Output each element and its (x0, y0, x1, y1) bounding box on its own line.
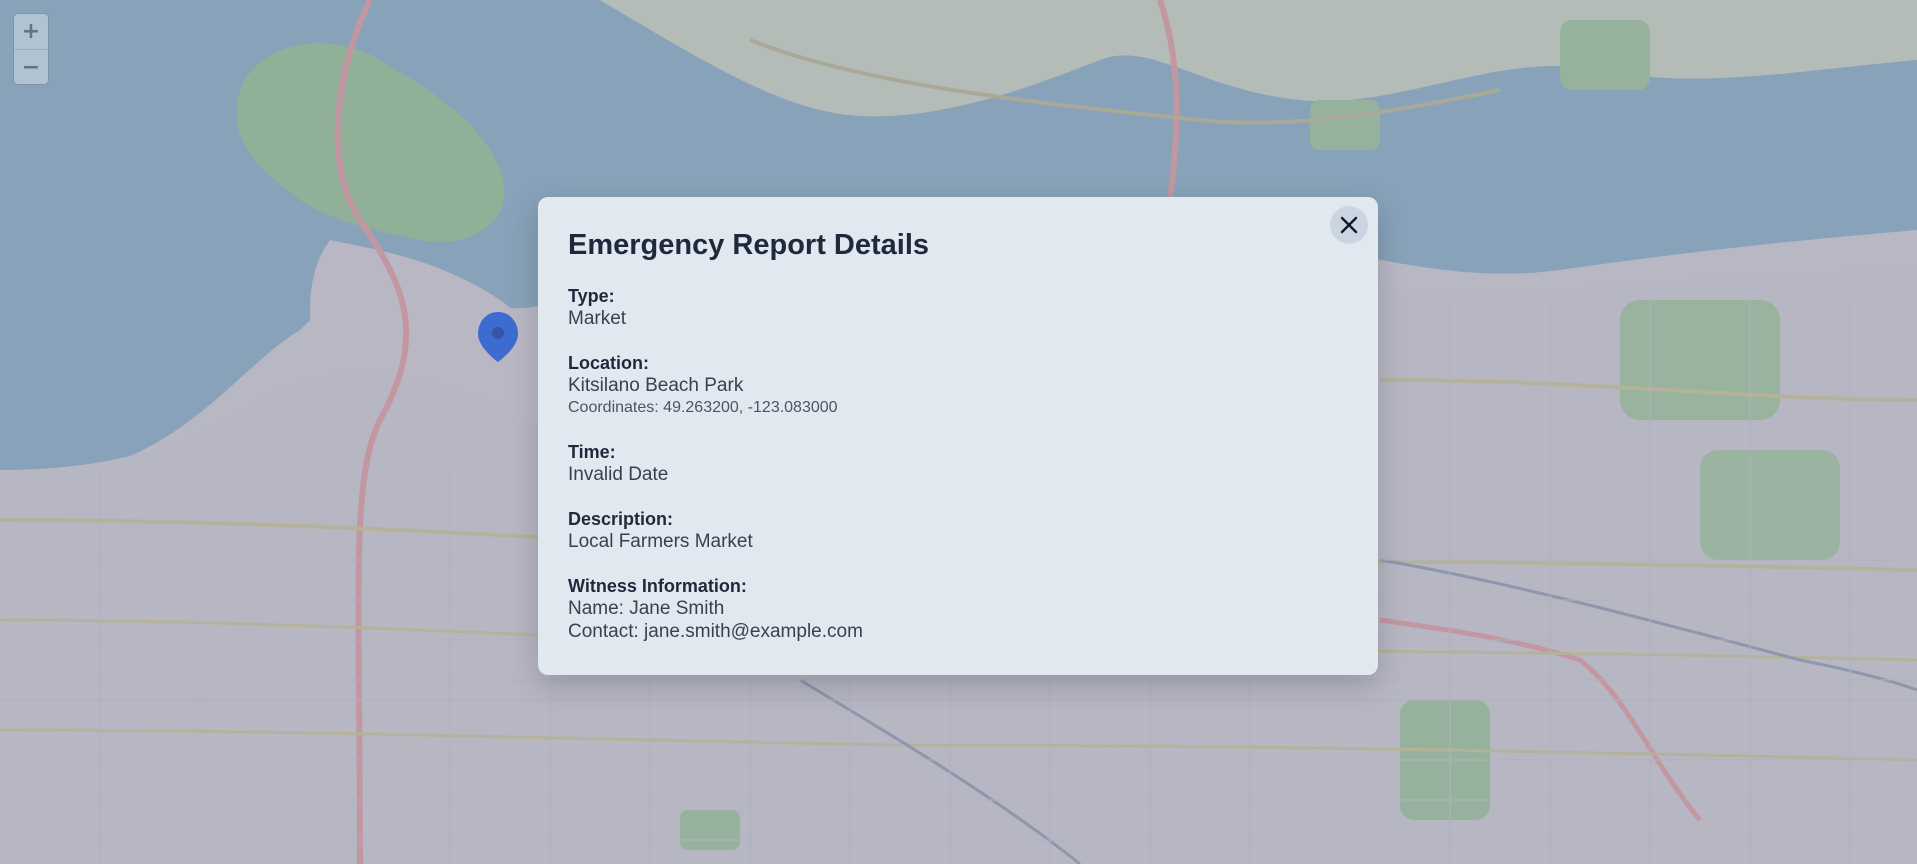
location-label: Location: (568, 353, 649, 373)
time-label: Time: (568, 442, 616, 462)
type-section: Type: Market (568, 285, 1348, 330)
witness-label: Witness Information: (568, 576, 747, 596)
description-value: Local Farmers Market (568, 531, 753, 552)
witness-contact: Contact: jane.smith@example.com (568, 621, 863, 642)
zoom-out-button[interactable]: − (14, 49, 48, 85)
type-label: Type: (568, 286, 615, 306)
coordinates-value: Coordinates: 49.263200, -123.083000 (568, 399, 838, 416)
description-label: Description: (568, 509, 674, 529)
witness-section: Witness Information: Name: Jane Smith Co… (568, 575, 1348, 643)
modal-title: Emergency Report Details (568, 229, 930, 261)
close-icon (1340, 216, 1358, 234)
report-details-modal: Emergency Report Details Type: Market Lo… (538, 197, 1378, 675)
zoom-control: + − (14, 14, 48, 84)
description-section: Description: Local Farmers Market (568, 508, 1348, 553)
close-button[interactable] (1330, 206, 1368, 244)
time-section: Time: Invalid Date (568, 441, 1348, 486)
zoom-in-button[interactable]: + (14, 14, 48, 49)
time-value: Invalid Date (568, 464, 669, 485)
type-value: Market (568, 308, 627, 329)
location-value: Kitsilano Beach Park (568, 375, 744, 396)
witness-name: Name: Jane Smith (568, 598, 725, 619)
location-section: Location: Kitsilano Beach Park Coordinat… (568, 352, 1348, 419)
